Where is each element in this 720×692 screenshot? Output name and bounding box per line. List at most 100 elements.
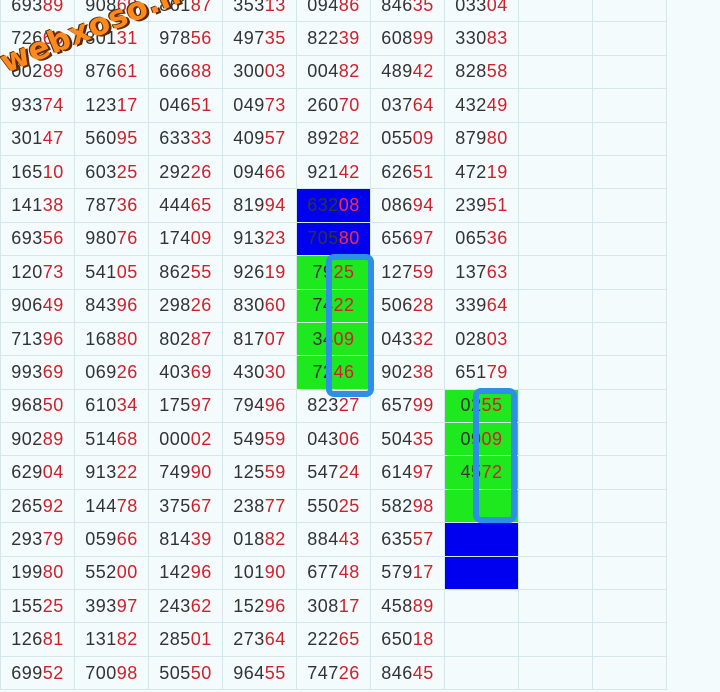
result-cell: 40369 [148,355,223,390]
result-cell: 44465 [148,188,223,223]
result-cell [444,589,519,624]
result-cell: 65799 [370,388,445,424]
number-head: 120 [11,261,43,282]
number-head: 168 [85,328,117,349]
result-cell: 14296 [148,555,223,591]
result-cell: 71396 [0,321,75,357]
number-tail: 96 [264,395,286,416]
table-row: 71396 16880 80287 81707 3409 04332 02803 [0,321,667,357]
number-tail: 70 [338,94,360,115]
number-head: 126 [11,629,43,650]
number-head: 550 [307,495,339,516]
number-tail: 28 [412,295,434,316]
table-row: 93374 12317 04651 04973 26070 03764 43249 [0,88,667,123]
result-cell: 06536 [444,221,519,257]
result-cell: 54105 [74,255,149,290]
result-cell: 51468 [74,422,149,457]
result-cell: 28501 [148,622,223,657]
number-head: 560 [85,128,117,149]
number-tail: 97 [116,595,138,616]
result-cell: 23951 [444,188,519,223]
number-head: 094 [307,0,339,15]
result-cell: 82239 [296,21,371,56]
result-cell: 04332 [370,321,445,357]
number-head: 497 [233,28,265,49]
result-cell: 39397 [74,589,149,624]
result-cell: 74726 [296,655,371,691]
number-tail: 26 [190,295,212,316]
number-head: 09 [460,428,482,449]
number-head: 980 [85,228,117,249]
number-tail: 25 [333,261,355,282]
number-tail: 67 [190,495,212,516]
number-head: 458 [381,595,413,616]
empty-cell [592,388,667,424]
number-head: 846 [381,662,413,683]
number-tail: 04 [42,462,64,483]
number-tail: 35 [412,0,434,15]
number-head: 579 [381,562,413,583]
number-head: 699 [11,662,43,683]
number-tail: 62 [190,595,212,616]
number-head: 055 [381,128,413,149]
table-body: 69389 90869 86187 35313 09486 84635 03304 72666… [0,0,667,691]
number-head: 514 [85,428,117,449]
result-cell: 04973 [222,88,297,123]
number-tail: 74 [42,94,64,115]
number-tail: 30 [264,361,286,382]
number-head: 330 [455,28,487,49]
result-cell [444,488,519,524]
empty-cell [592,0,667,23]
result-cell [444,555,519,591]
result-cell: 16880 [74,321,149,357]
number-head: 472 [455,161,487,182]
number-head: 610 [85,395,117,416]
empty-cell [518,121,593,156]
number-head: 199 [11,562,43,583]
result-cell: 17597 [148,388,223,424]
number-tail: 94 [264,195,286,216]
number-head: 926 [233,261,265,282]
table-row: 96850 61034 17597 79496 82327 65799 0255 [0,388,667,424]
result-cell: 15525 [0,589,75,624]
empty-cell [592,121,667,156]
result-cell: 33083 [444,21,519,56]
number-head: 603 [85,161,117,182]
number-head: 028 [455,328,487,349]
number-head: 650 [381,629,413,650]
number-tail: 24 [338,462,360,483]
number-tail: 22 [333,295,355,316]
number-head: 152 [233,595,265,616]
number-tail: 00 [116,562,138,583]
result-cell: 14478 [74,488,149,524]
empty-cell [592,488,667,524]
number-tail: 27 [338,395,360,416]
number-tail: 82 [338,61,360,82]
result-cell [444,622,519,657]
number-head: 656 [381,228,413,249]
number-head: 131 [85,629,117,650]
result-cell: 65697 [370,221,445,257]
number-tail: 09 [333,328,355,349]
number-head: 913 [85,462,117,483]
number-head: 635 [381,528,413,549]
number-tail: 81 [42,629,64,650]
number-head: 802 [159,328,191,349]
number-tail: 64 [264,629,286,650]
number-head: 285 [159,629,191,650]
number-tail: 22 [116,462,138,483]
number-tail: 42 [338,161,360,182]
number-tail: 01 [190,629,212,650]
number-head: 677 [307,562,339,583]
number-tail: 46 [333,361,355,382]
result-cell: 69952 [0,655,75,691]
number-tail: 97 [412,462,434,483]
result-cell: 84635 [370,0,445,23]
result-cell: 61497 [370,455,445,490]
number-tail: 56 [190,28,212,49]
result-cell: 81439 [148,522,223,557]
number-head: 298 [159,295,191,316]
result-cell: 67748 [296,555,371,591]
number-head: 123 [85,94,117,115]
result-cell: 65018 [370,622,445,657]
